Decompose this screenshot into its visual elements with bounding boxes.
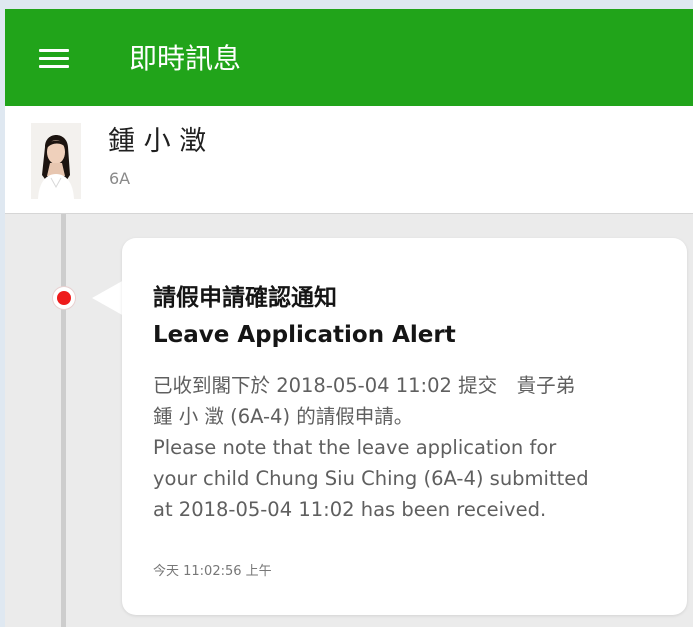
student-name: 鍾 小 澂 [108,126,207,157]
message-line: 鍾 小 澂 (6A-4) 的請假申請。 [153,405,414,428]
message-line: at 2018-05-04 11:02 has been received. [153,498,547,521]
message-title-english: Leave Application Alert [153,322,456,348]
message-card[interactable]: 請假申請確認通知 Leave Application Alert 已收到閣下於 … [122,238,687,615]
student-profile-bar[interactable]: 鍾 小 澂 6A [5,106,693,214]
message-body: 已收到閣下於 2018-05-04 11:02 提交 貴子弟 鍾 小 澂 (6A… [153,370,673,525]
student-class: 6A [109,169,131,188]
message-line: your child Chung Siu Ching (6A-4) submit… [153,467,589,490]
mobile-app-screen: 即時訊息 鍾 小 澂 6A 請假申請確認通知 Leave Application… [5,9,693,627]
message-timestamp: 今天 11:02:56 上午 [153,564,272,579]
student-photo-icon [31,123,81,199]
app-bar: 即時訊息 [5,9,693,106]
timeline-line [61,214,66,627]
message-line: Please note that the leave application f… [153,436,557,459]
message-line: 已收到閣下於 2018-05-04 11:02 提交 貴子弟 [153,374,576,397]
avatar [31,123,81,199]
page-title: 即時訊息 [129,42,242,75]
card-pointer [92,280,124,316]
message-title-chinese: 請假申請確認通知 [153,285,337,311]
hamburger-menu-icon[interactable] [39,49,69,69]
unread-indicator-icon [53,287,75,309]
